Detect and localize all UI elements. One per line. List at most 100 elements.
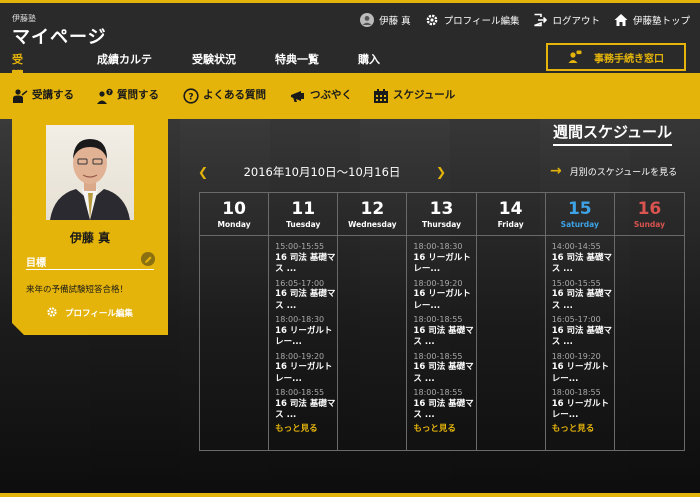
event-title: 16 司法 基礎マス ... (275, 398, 336, 421)
more-link[interactable]: もっと見る (552, 424, 614, 436)
day-events: 14:00-14:55 16 司法 基礎マス ... 15:00-15:55 16 … (546, 236, 614, 435)
question-person-icon: ? (97, 88, 113, 104)
event-item[interactable]: 18:00-18:55 16 リーガルトレー... (552, 387, 614, 422)
tab-purchase[interactable]: 購入 (358, 51, 398, 73)
goal-label: 目標 (26, 258, 46, 269)
day-column-tuesday: 11 Tuesday 15:00-15:55 16 司法 基礎マス ... 16:… (269, 193, 339, 450)
event-time: 18:00-18:30 (275, 315, 325, 324)
day-number: 15 (567, 199, 592, 219)
event-time: 18:00-18:30 (413, 242, 463, 251)
day-header: 10 Monday (200, 193, 269, 236)
day-column-wednesday: 12 Wednesday (338, 193, 408, 450)
user-name-link[interactable]: 伊藤 真 (360, 13, 411, 27)
subnav-tweet[interactable]: つぶやく (290, 87, 352, 102)
megaphone-icon (290, 88, 304, 102)
event-time: 18:00-19:20 (275, 351, 325, 361)
event-time: 14:00-14:55 (551, 242, 601, 251)
event-item[interactable]: 18:00-18:55 16 司法 基礎マス ... (413, 387, 475, 422)
sub-nav: 受講する ? 質問する ? よくある質問 つぶやく スケジュール (0, 73, 700, 119)
tab-grades[interactable]: 成績カルテ (97, 51, 167, 73)
event-title: 16 司法 基礎マス ... (275, 252, 336, 275)
day-column-sunday: 16 Sunday (614, 193, 684, 450)
pencil-icon[interactable] (141, 252, 155, 266)
event-item[interactable]: 14:00-14:55 16 司法 基礎マス ... (552, 241, 614, 276)
prev-week-icon[interactable]: ❮ (198, 165, 208, 179)
goal-text: 来年の予備試験短答合格！ (26, 285, 129, 295)
event-title: 16 司法 基礎マス ... (275, 289, 336, 311)
day-column-saturday: 15 Saturday 14:00-14:55 16 司法 基礎マス ... 15… (545, 193, 615, 450)
more-link[interactable]: もっと見る (413, 424, 475, 436)
day-number: 16 (637, 199, 662, 219)
day-number: 10 (222, 199, 246, 219)
profile-edit-button[interactable]: プロフィール編集 (46, 306, 133, 320)
teacher-icon (12, 88, 28, 103)
week-navigation: ❮ 2016年10月10日〜10月16日 ❯ (198, 164, 446, 180)
gear-icon (425, 13, 439, 27)
tab-benefits[interactable]: 特典一覧 (275, 51, 335, 73)
event-item[interactable]: 16:05-17:00 16 司法 基礎マス ... (275, 278, 337, 313)
event-time: 18:00-18:55 (551, 388, 601, 397)
event-time: 18:00-18:55 (413, 351, 463, 361)
office-procedures-button[interactable]: 事務手続き窓口 (546, 43, 686, 71)
logout-link[interactable]: ログアウト (533, 13, 600, 27)
logout-icon (533, 13, 548, 27)
event-time: 16:05-17:00 (551, 315, 601, 324)
subnav-faq[interactable]: ? よくある質問 (183, 87, 266, 104)
event-item[interactable]: 16:05-17:00 16 司法 基礎マス ... (552, 314, 614, 349)
office-button-label: 事務手続き窓口 (594, 53, 664, 65)
profile-edit-label: プロフィール編集 (443, 16, 520, 27)
event-item[interactable]: 18:00-18:30 16 リーガルトレー... (413, 241, 475, 276)
event-item[interactable]: 15:00-15:55 16 司法 基礎マス ... (552, 278, 614, 313)
event-time: 16:05-17:00 (275, 278, 325, 288)
svg-text:?: ? (108, 90, 111, 96)
home-label: 伊藤塾トップ (632, 16, 690, 27)
arrow-right-icon: → (550, 163, 562, 179)
page-title[interactable]: マイページ (12, 23, 107, 49)
schedule-title: 週間スケジュール (553, 121, 672, 146)
subnav-attend[interactable]: 受講する (12, 87, 74, 103)
day-header: 13 Thursday (407, 193, 476, 236)
support-person-icon (568, 50, 582, 64)
event-item[interactable]: 15:00-15:55 16 司法 基礎マス ... (275, 241, 337, 276)
event-item[interactable]: 18:00-18:55 16 司法 基礎マス ... (413, 314, 475, 349)
day-name: Tuesday (286, 220, 321, 229)
event-item[interactable]: 18:00-18:55 16 司法 基礎マス ... (275, 387, 337, 422)
tab-courses[interactable]: 受講講座 (12, 51, 23, 114)
event-title: 16 司法 基礎マス ... (551, 289, 612, 311)
user-avatar-icon (360, 13, 375, 27)
day-events (477, 236, 545, 241)
event-item[interactable]: 18:00-19:20 16 リーガルトレー... (552, 351, 614, 386)
svg-text:?: ? (188, 92, 193, 102)
home-link[interactable]: 伊藤塾トップ (614, 13, 690, 27)
monthly-schedule-link[interactable]: → 月別のスケジュールを見る (550, 163, 677, 179)
tab-exam-status[interactable]: 受験状況 (192, 51, 252, 73)
event-title: 16 リーガルトレー... (275, 325, 333, 348)
goal-divider (26, 269, 154, 270)
day-number: 13 (429, 199, 454, 219)
day-column-monday: 10 Monday (200, 193, 270, 450)
event-title: 16 司法 基礎マス ... (413, 325, 474, 348)
subnav-schedule[interactable]: スケジュール (373, 87, 456, 103)
day-column-thursday: 13 Thursday 18:00-18:30 16 リーガルトレー... 18:… (407, 193, 477, 450)
subnav-attend-label: 受講する (32, 89, 74, 101)
event-time: 18:00-19:20 (413, 278, 463, 288)
day-events: 15:00-15:55 16 司法 基礎マス ... 16:05-17:00 16 … (269, 236, 337, 435)
day-events (200, 236, 268, 241)
event-title: 16 司法 基礎マス ... (413, 398, 474, 421)
next-week-icon[interactable]: ❯ (436, 165, 446, 179)
event-item[interactable]: 18:00-19:20 16 リーガルトレー... (413, 278, 475, 313)
event-time: 18:00-19:20 (551, 351, 601, 361)
day-name: Monday (217, 220, 251, 229)
more-link[interactable]: もっと見る (275, 424, 337, 436)
event-title: 16 リーガルトレー... (413, 252, 471, 275)
subnav-ask[interactable]: ? 質問する (97, 87, 159, 104)
event-item[interactable]: 18:00-19:20 16 リーガルトレー... (275, 351, 337, 386)
top-header: 伊藤塾 マイページ 伊藤 真 プロフィール編集 ログアウト 伊藤塾トップ 受 成… (0, 0, 700, 114)
event-item[interactable]: 18:00-18:30 16 リーガルトレー... (275, 314, 337, 349)
subnav-schedule-label: スケジュール (393, 89, 456, 101)
event-item[interactable]: 18:00-18:55 16 司法 基礎マス ... (413, 351, 475, 386)
week-range: 2016年10月10日〜10月16日 (243, 165, 401, 179)
day-events (338, 236, 406, 241)
day-events (615, 236, 684, 241)
profile-edit-link[interactable]: プロフィール編集 (425, 13, 520, 27)
